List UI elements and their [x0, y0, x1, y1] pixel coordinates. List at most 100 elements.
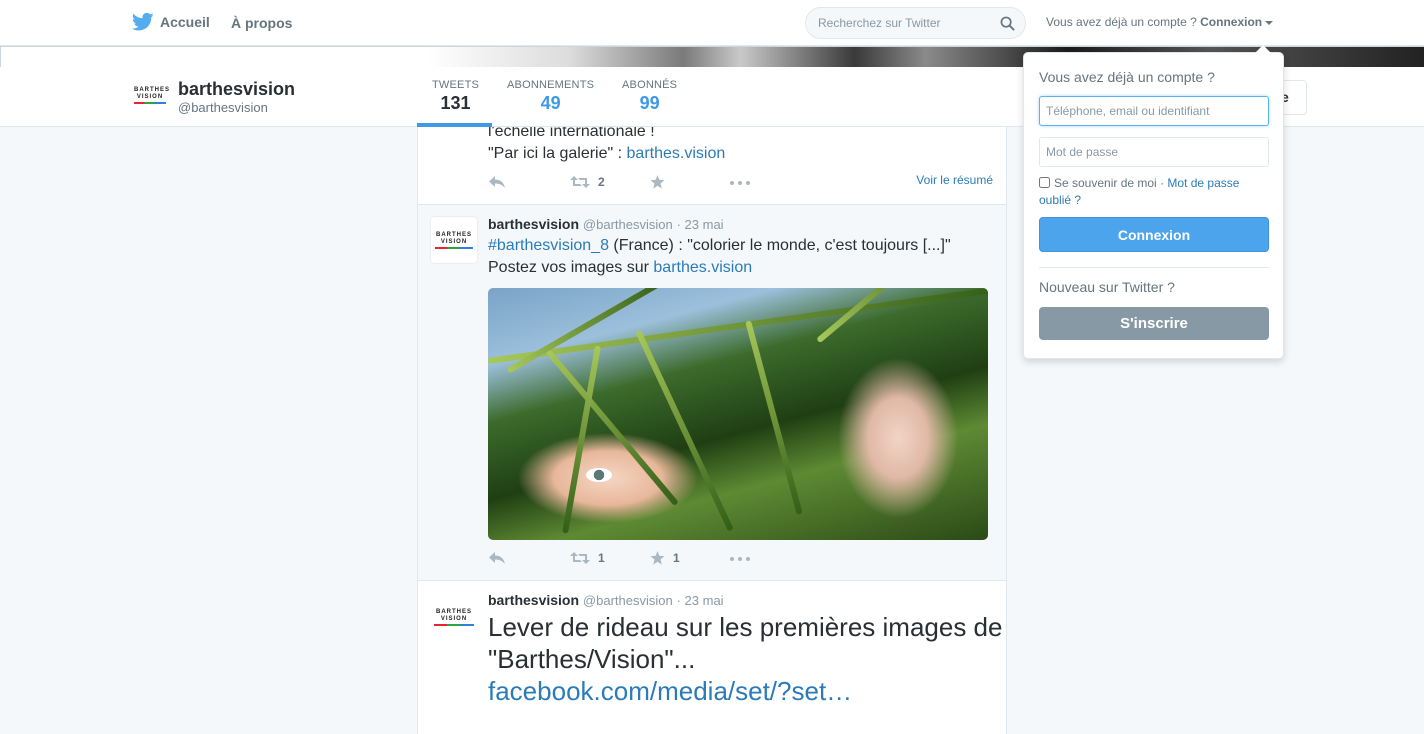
stat-tweets-value: 131: [440, 93, 471, 113]
retweet-count: 1: [598, 551, 605, 565]
palm-leaf-frond: [635, 329, 734, 532]
view-summary-link[interactable]: Voir le résumé: [916, 173, 993, 187]
tweet-link[interactable]: facebook.com/media/set/?set…: [488, 676, 852, 706]
tweet[interactable]: BARTHES VISION barthesvision @barthesvis…: [418, 205, 1006, 581]
home-label: Accueil: [160, 14, 210, 30]
dropdown-arrow: [1255, 45, 1271, 53]
login-toggle-label: Connexion: [1200, 15, 1263, 29]
tweet-text-body: (France) : "colorier le monde, c'est tou…: [608, 237, 951, 254]
tweet-author-name[interactable]: barthesvision: [488, 216, 579, 232]
tweet-link[interactable]: barthes.vision: [627, 145, 726, 162]
stat-tweets-label: TWEETS: [432, 79, 480, 91]
retweet-icon: [570, 552, 590, 564]
logo-stripe: [134, 102, 166, 104]
signup-button[interactable]: S'inscrire: [1039, 307, 1269, 340]
search-box: [805, 7, 1026, 39]
photo-eye: [586, 468, 612, 482]
tweet-avatar-logo: BARTHES VISION: [430, 609, 478, 626]
palm-leaf-stem: [488, 288, 988, 364]
favorite-count: 1: [673, 551, 680, 565]
star-icon: [650, 175, 665, 189]
tweet-date[interactable]: · 23 mai: [677, 217, 724, 232]
reply-button[interactable]: [488, 551, 506, 565]
remember-row: Se souvenir de moi · Mot de passe oublié…: [1039, 175, 1269, 209]
tweet-date[interactable]: · 23 mai: [677, 593, 724, 608]
stat-followers[interactable]: ABONNÉS 99: [622, 79, 677, 114]
remember-me-label[interactable]: Se souvenir de moi: [1054, 176, 1157, 190]
profile-name[interactable]: barthesvision: [178, 79, 295, 100]
logo-stripe: [434, 624, 474, 626]
tweet-photo[interactable]: [488, 288, 988, 540]
about-link[interactable]: À propos: [231, 15, 292, 31]
caret-down-icon: [1265, 20, 1274, 25]
retweet-button[interactable]: 2: [570, 175, 605, 189]
reply-icon: [489, 176, 505, 188]
tweet-text-line: l'échelle internationale !: [488, 127, 655, 140]
username-field[interactable]: [1039, 96, 1269, 126]
tweet-hashtag[interactable]: #barthesvision_8: [488, 237, 609, 254]
stat-following-label: ABONNEMENTS: [507, 79, 595, 91]
tweet-author-handle[interactable]: @barthesvision: [583, 593, 673, 608]
tweet-text-line: Postez vos images sur barthes.vision: [488, 257, 951, 279]
tweet-header: barthesvision @barthesvision · 23 mai: [488, 592, 724, 608]
stat-tweets[interactable]: TWEETS 131: [432, 79, 479, 114]
divider: [1039, 267, 1269, 268]
tweet-avatar-logo-text: BARTHES VISION: [435, 232, 472, 245]
tweet-text-line: "Par ici la galerie" : barthes.vision: [488, 143, 725, 165]
tweet-text-prefix: "Par ici la galerie" :: [488, 145, 627, 162]
tweet-avatar[interactable]: BARTHES VISION: [430, 593, 478, 641]
retweet-icon: [570, 176, 590, 188]
timeline: l'échelle internationale ! "Par ici la g…: [417, 127, 1007, 734]
stat-followers-label: ABONNÉS: [622, 79, 678, 91]
account-prompt: Vous avez déjà un compte ? Connexion: [1046, 15, 1274, 29]
tweet-text-line: Lever de rideau sur les premières images…: [488, 612, 1003, 642]
more-dots-icon: [730, 181, 750, 185]
retweet-count: 2: [598, 175, 605, 189]
tweet-avatar[interactable]: BARTHES VISION: [430, 216, 478, 264]
reply-icon: [489, 552, 505, 564]
more-button[interactable]: [730, 557, 750, 561]
profile-avatar[interactable]: BARTHES VISION: [134, 87, 171, 105]
favorite-button[interactable]: [650, 175, 665, 189]
tweet-actions: 1 1: [488, 551, 788, 567]
home-link[interactable]: Accueil: [132, 12, 210, 32]
top-navigation: Accueil À propos Vous avez déjà un compt…: [0, 0, 1424, 46]
tweet-header: barthesvision @barthesvision · 23 mai: [488, 216, 724, 232]
tweet[interactable]: BARTHES VISION barthesvision @barthesvis…: [418, 581, 1006, 734]
tweet-text: l'échelle internationale ! "Par ici la g…: [488, 127, 725, 165]
login-button[interactable]: Connexion: [1039, 217, 1269, 252]
login-dropdown-toggle[interactable]: Connexion: [1200, 15, 1274, 29]
more-button[interactable]: [730, 181, 750, 185]
favorite-button[interactable]: 1: [650, 551, 680, 565]
more-dots-icon: [730, 557, 750, 561]
login-dropdown-title: Vous avez déjà un compte ?: [1039, 69, 1215, 85]
reply-button[interactable]: [488, 175, 506, 189]
remember-me-checkbox[interactable]: [1039, 177, 1050, 188]
tweet[interactable]: l'échelle internationale ! "Par ici la g…: [418, 127, 1006, 205]
stat-following-value: 49: [540, 93, 561, 113]
tweet-author-name[interactable]: barthesvision: [488, 592, 579, 608]
profile-handle: @barthesvision: [178, 100, 268, 115]
separator-dot: ·: [1156, 176, 1168, 190]
stat-followers-value: 99: [639, 93, 660, 113]
tweet-text: Lever de rideau sur les premières images…: [488, 611, 1002, 707]
twitter-bird-icon: [132, 12, 154, 31]
tweet-actions: 2: [488, 175, 788, 191]
tweet-text-line: #barthesvision_8 (France) : "colorier le…: [488, 235, 951, 257]
stat-following[interactable]: ABONNEMENTS 49: [507, 79, 594, 114]
search-icon[interactable]: [1000, 16, 1015, 31]
tweet-avatar-logo-text: BARTHES VISION: [435, 609, 472, 622]
new-to-twitter-label: Nouveau sur Twitter ?: [1039, 279, 1175, 295]
profile-avatar-logo: BARTHES VISION: [134, 87, 171, 100]
login-dropdown: Vous avez déjà un compte ? Se souvenir d…: [1023, 45, 1284, 359]
tweet-author-handle[interactable]: @barthesvision: [583, 217, 673, 232]
search-input[interactable]: [818, 16, 998, 30]
tweet-avatar-logo: BARTHES VISION: [431, 232, 477, 249]
tweet-text-line: "Barthes/Vision"...: [488, 644, 696, 674]
tweet-text: #barthesvision_8 (France) : "colorier le…: [488, 235, 951, 279]
account-prompt-text: Vous avez déjà un compte ?: [1046, 15, 1197, 29]
retweet-button[interactable]: 1: [570, 551, 605, 565]
star-icon: [650, 551, 665, 565]
tweet-link[interactable]: barthes.vision: [653, 259, 752, 276]
password-field[interactable]: [1039, 137, 1269, 167]
